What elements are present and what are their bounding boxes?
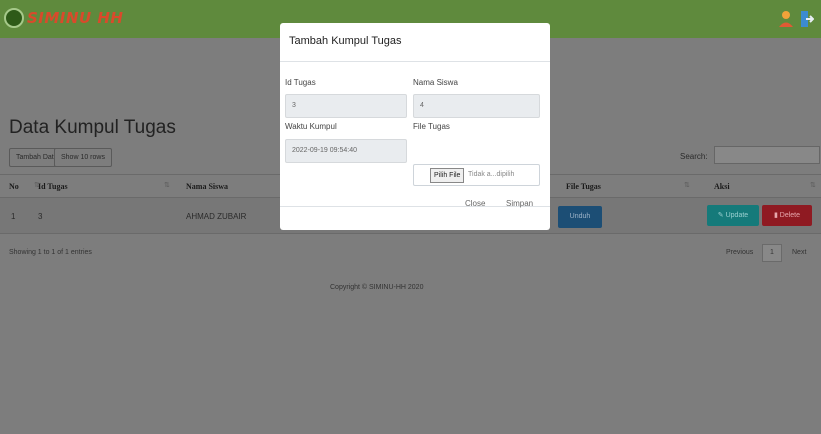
column-header[interactable]: Aksi bbox=[714, 182, 730, 191]
sort-icon: ⇅ bbox=[810, 182, 816, 189]
cell-id-tugas: 3 bbox=[38, 212, 43, 221]
brand-logo-icon bbox=[4, 8, 24, 28]
id-tugas-label: Id Tugas bbox=[285, 78, 316, 87]
column-header[interactable]: Nama Siswa bbox=[186, 182, 228, 191]
page-title: Data Kumpul Tugas bbox=[9, 117, 176, 138]
modal-title: Tambah Kumpul Tugas bbox=[289, 35, 402, 47]
file-status: Tidak a...dipilih bbox=[468, 171, 515, 178]
waktu-kumpul-label: Waktu Kumpul bbox=[285, 122, 337, 131]
column-header[interactable]: File Tugas bbox=[566, 182, 601, 191]
download-button[interactable]: Unduh bbox=[558, 206, 602, 228]
user-icon[interactable] bbox=[778, 10, 794, 28]
cell-nama-siswa: AHMAD ZUBAIR bbox=[186, 212, 247, 221]
waktu-kumpul-field[interactable]: 2022-09-19 09:54:40 bbox=[285, 139, 407, 163]
logout-icon[interactable] bbox=[800, 9, 814, 29]
column-header[interactable]: Id Tugas bbox=[38, 182, 68, 191]
edit-icon: ✎ bbox=[717, 212, 726, 219]
save-button[interactable]: Simpan bbox=[506, 199, 533, 208]
update-button[interactable]: ✎ Update bbox=[707, 205, 759, 226]
file-tugas-label: File Tugas bbox=[413, 122, 450, 131]
modal-divider bbox=[280, 61, 550, 62]
pagination-next[interactable]: Next bbox=[792, 249, 806, 256]
close-button[interactable]: Close bbox=[465, 199, 485, 208]
show-rows-button[interactable]: Show 10 rows bbox=[54, 148, 112, 167]
id-tugas-field[interactable]: 3 bbox=[285, 94, 407, 118]
choose-file-button[interactable]: Pilih File bbox=[430, 168, 465, 183]
brand-text: SIMINU HH bbox=[27, 9, 124, 27]
table-info: Showing 1 to 1 of 1 entries bbox=[9, 249, 92, 256]
delete-button[interactable]: ▮ Delete bbox=[762, 205, 812, 226]
add-kumpul-tugas-modal: Tambah Kumpul Tugas Id Tugas 3 Nama Sisw… bbox=[280, 23, 550, 230]
nama-siswa-label: Nama Siswa bbox=[413, 78, 458, 87]
sort-icon: ⇅ bbox=[684, 182, 690, 189]
sort-icon: ⇅ bbox=[164, 182, 170, 189]
nama-siswa-field[interactable]: 4 bbox=[413, 94, 540, 118]
update-label: Update bbox=[725, 212, 749, 219]
delete-label: Delete bbox=[779, 212, 801, 219]
brand[interactable]: SIMINU HH bbox=[4, 8, 123, 28]
search-label: Search: bbox=[680, 152, 708, 161]
file-tugas-input[interactable]: Pilih File Tidak a...dipilih bbox=[413, 164, 540, 186]
pagination-page[interactable]: 1 bbox=[762, 244, 782, 262]
search-input[interactable] bbox=[714, 146, 820, 164]
footer-copyright: Copyright © SIMINU-HH 2020 bbox=[330, 284, 424, 291]
pagination-previous[interactable]: Previous bbox=[726, 249, 753, 256]
column-header[interactable]: No bbox=[9, 182, 19, 191]
cell-no: 1 bbox=[11, 212, 16, 221]
